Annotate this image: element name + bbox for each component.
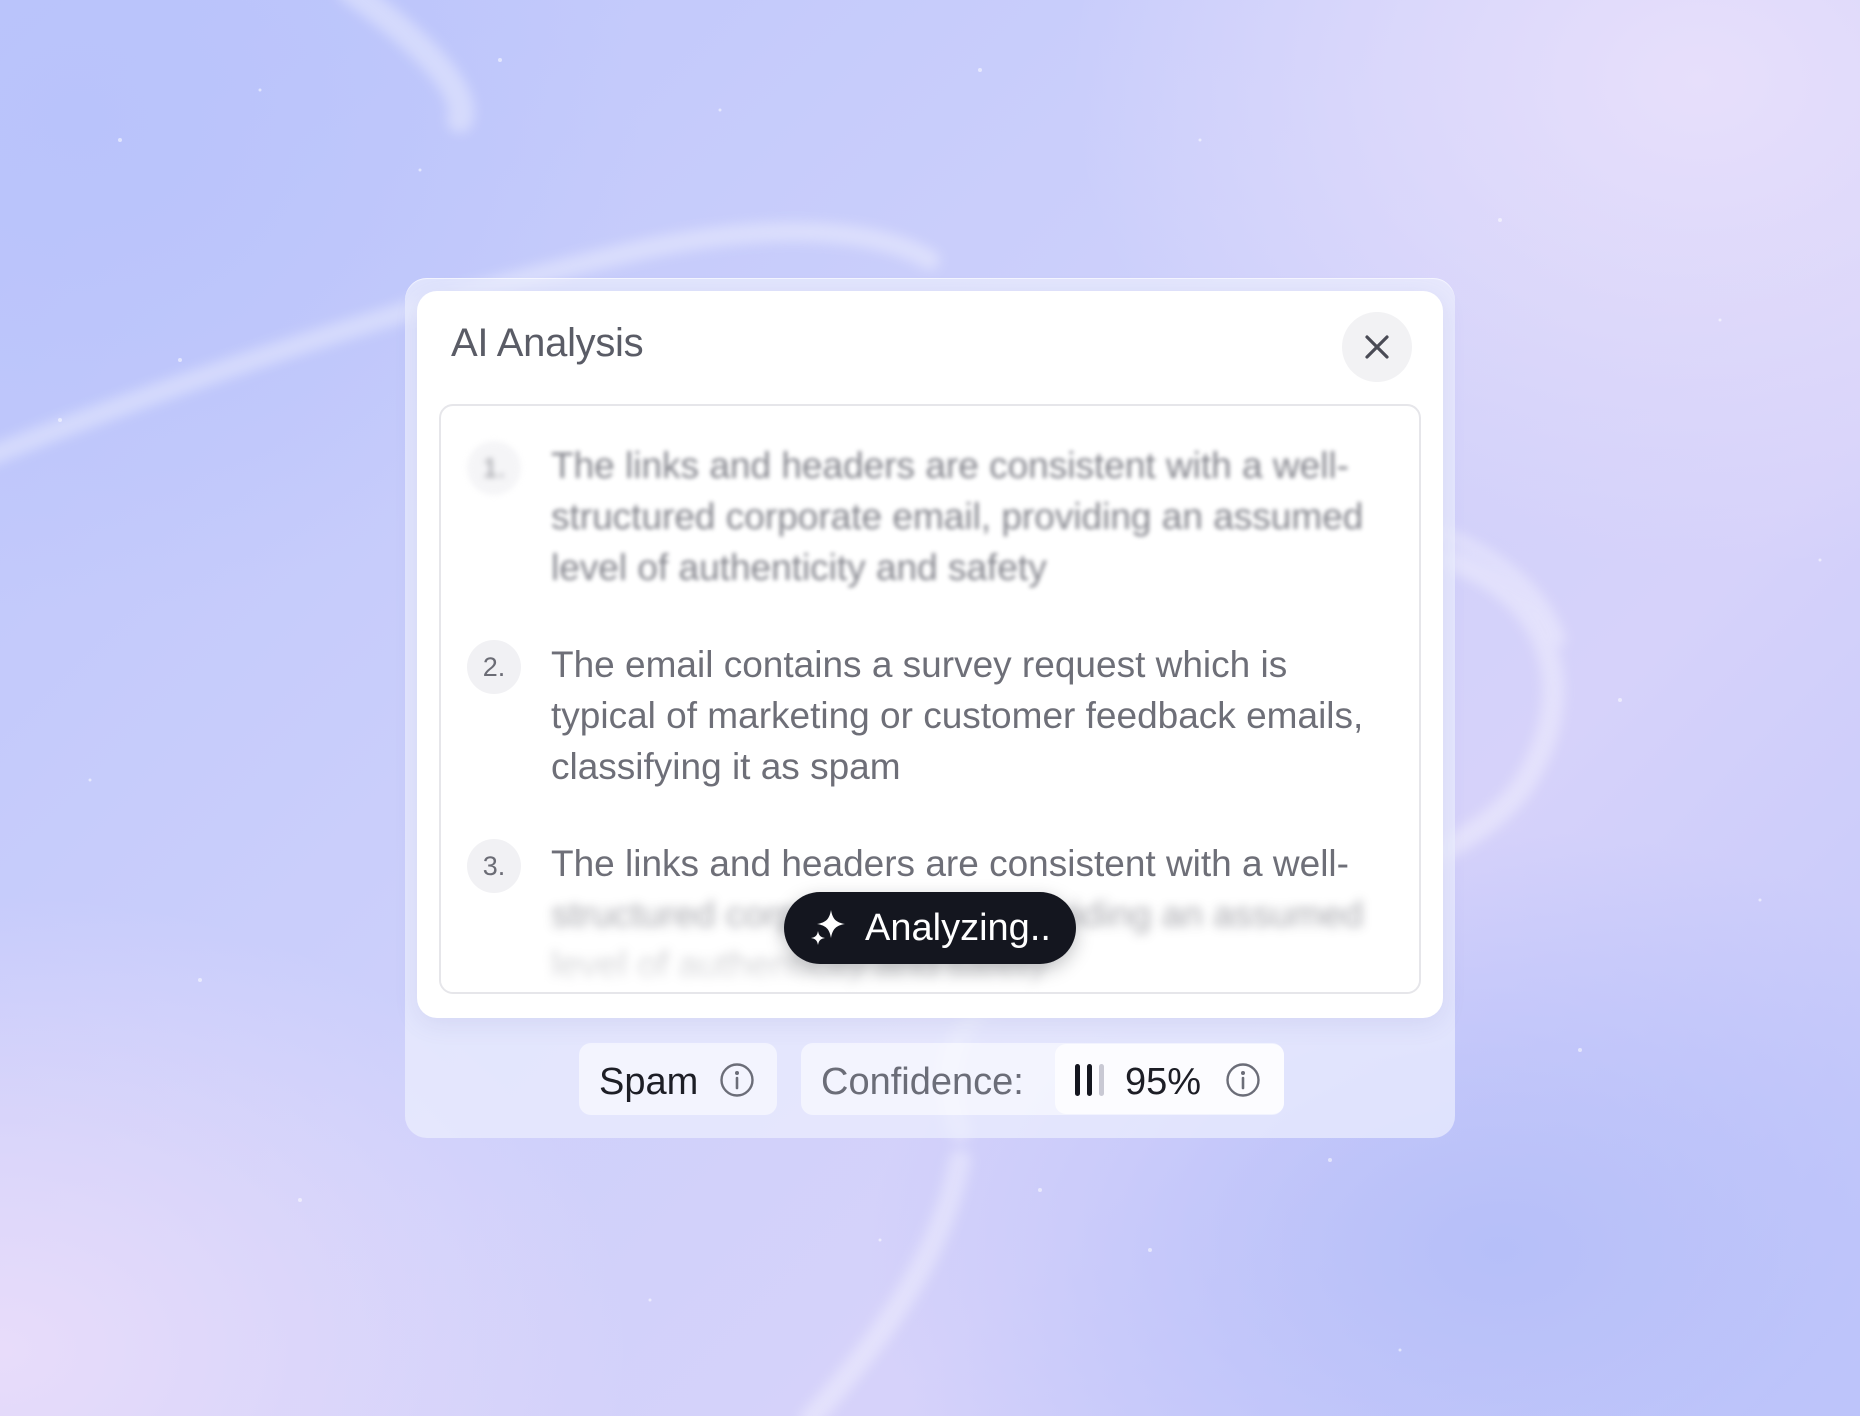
point-text: The links and headers are consistent wit…: [551, 445, 1364, 588]
confidence-bars-icon: [1075, 1064, 1104, 1096]
confidence-bar: [1075, 1064, 1080, 1096]
classification-label: Spam: [599, 1061, 699, 1103]
point-number: 1.: [467, 441, 521, 495]
sparkle-icon: [811, 910, 846, 945]
classification-badge: Spam: [579, 1043, 777, 1115]
info-icon: [1226, 1063, 1260, 1097]
close-icon: [1365, 335, 1389, 359]
point-text: The email contains a survey request whic…: [551, 644, 1364, 787]
confidence-label: Confidence:: [821, 1061, 1024, 1103]
point-number: 2.: [467, 640, 521, 694]
confidence-bar: [1087, 1064, 1092, 1096]
point-text-line: The links and headers are consistent wit…: [551, 843, 1349, 884]
point-number: 3.: [467, 839, 521, 893]
confidence-value: 95%: [1125, 1061, 1202, 1103]
confidence-info-button[interactable]: [1225, 1062, 1261, 1098]
info-icon: [720, 1063, 754, 1097]
analyzing-label: Analyzing..: [865, 906, 1051, 949]
confidence-bar: [1099, 1064, 1104, 1096]
confidence-badge: Confidence: 95%: [801, 1043, 1284, 1115]
classification-info-button[interactable]: [719, 1062, 755, 1098]
analyzing-status-button[interactable]: Analyzing..: [784, 892, 1076, 964]
close-button[interactable]: [1342, 312, 1412, 382]
dialog-title: AI Analysis: [451, 321, 644, 365]
